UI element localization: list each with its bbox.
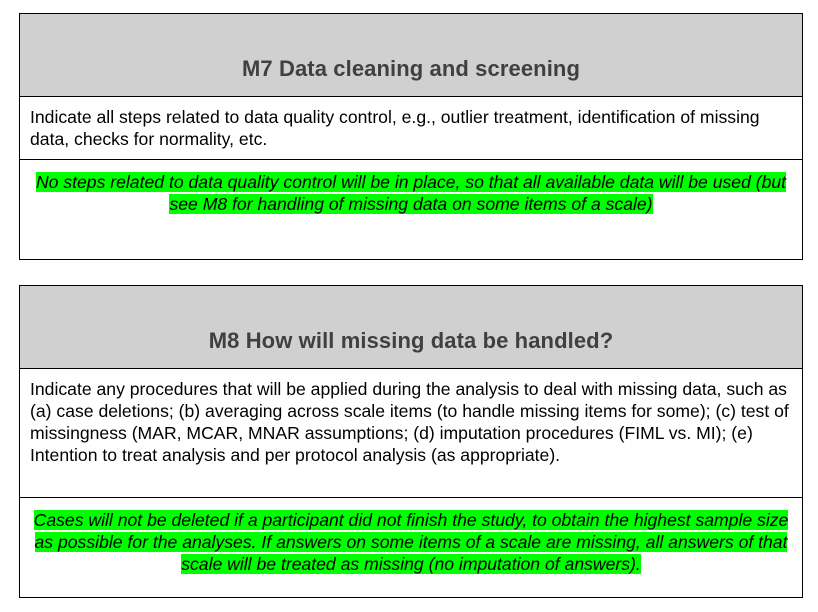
section-answer: No steps related to data quality control… <box>20 160 802 215</box>
section-answer: Cases will not be deleted if a participa… <box>20 498 802 575</box>
prompt-text: Indicate all steps related to data quali… <box>30 107 760 149</box>
answer-text-highlighted: No steps related to data quality control… <box>35 172 787 214</box>
section-prompt: Indicate any procedures that will be app… <box>20 369 802 498</box>
section-header: M8 How will missing data be handled? <box>20 286 802 369</box>
section-m7-data-cleaning: M7 Data cleaning and screening Indicate … <box>19 13 803 260</box>
answer-text-highlighted: Cases will not be deleted if a participa… <box>33 510 789 574</box>
section-title: M8 How will missing data be handled? <box>208 328 614 353</box>
section-m8-missing-data: M8 How will missing data be handled? Ind… <box>19 285 803 598</box>
section-prompt: Indicate all steps related to data quali… <box>20 97 802 160</box>
section-title: M7 Data cleaning and screening <box>242 56 580 81</box>
prompt-text: Indicate any procedures that will be app… <box>30 379 789 465</box>
section-header: M7 Data cleaning and screening <box>20 14 802 97</box>
